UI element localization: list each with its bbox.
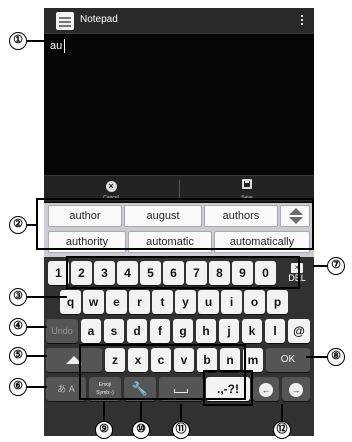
save-icon — [242, 179, 252, 189]
cancel-icon: × — [105, 181, 117, 192]
qwerty-callout-frame — [66, 256, 300, 289]
app-title: Notepad — [80, 14, 118, 25]
callout-line-3 — [27, 296, 67, 298]
callout-marker-7: ⑦ — [327, 257, 345, 275]
callout-marker-11: ⑪ — [172, 421, 190, 439]
callout-marker-4: ④ — [9, 318, 27, 336]
text-cursor — [64, 39, 65, 53]
cursor-right-key[interactable]: → — [282, 377, 310, 401]
key-e[interactable]: e — [106, 290, 127, 314]
callout-line-4 — [27, 326, 47, 328]
key-w[interactable]: w — [83, 290, 104, 314]
callout-marker-12: ⑫ — [273, 421, 291, 439]
title-bar: Notepad — [44, 8, 314, 34]
callout-marker-9: ⑨ — [95, 421, 113, 439]
key-o[interactable]: o — [244, 290, 265, 314]
notepad-icon — [56, 12, 74, 30]
undo-key[interactable]: Undo — [46, 319, 78, 343]
key-k[interactable]: k — [242, 319, 262, 343]
text-editor[interactable]: au — [44, 35, 314, 175]
callout-marker-1: ① — [9, 32, 27, 50]
callout-marker-8: ⑧ — [327, 348, 345, 366]
callout-line-6 — [27, 386, 47, 388]
editor-text: au — [50, 40, 63, 52]
key-s[interactable]: s — [104, 319, 124, 343]
key-d[interactable]: d — [127, 319, 147, 343]
key-at[interactable]: @ — [288, 319, 310, 343]
key-r[interactable]: r — [129, 290, 150, 314]
callout-line-12 — [281, 404, 283, 422]
key-h[interactable]: h — [196, 319, 216, 343]
callout-line-11 — [180, 404, 182, 422]
suggestion-callout-frame — [36, 198, 314, 250]
arrow-left-icon: ← — [259, 383, 273, 397]
key-t[interactable]: t — [152, 290, 173, 314]
key-a[interactable]: a — [81, 319, 101, 343]
callout-marker-10: ⑩ — [132, 421, 150, 439]
callout-line-2 — [27, 224, 37, 226]
ok-key[interactable]: OK — [266, 348, 310, 372]
key-i[interactable]: i — [221, 290, 242, 314]
callout-marker-6: ⑥ — [9, 378, 27, 396]
arrow-right-icon: → — [289, 383, 303, 397]
key-j[interactable]: j — [219, 319, 239, 343]
callout-marker-3: ③ — [9, 288, 27, 306]
overflow-menu-icon[interactable] — [300, 14, 304, 28]
key-u[interactable]: u — [198, 290, 219, 314]
cursor-left-key[interactable]: ← — [253, 377, 279, 401]
callout-marker-2: ② — [9, 216, 27, 234]
callout-marker-5: ⑤ — [9, 347, 27, 365]
key-p[interactable]: p — [267, 290, 288, 314]
key-m[interactable]: m — [243, 348, 263, 372]
key-f[interactable]: f — [150, 319, 170, 343]
callout-line-7 — [313, 265, 328, 267]
callout-line-9 — [103, 402, 105, 422]
key-y[interactable]: y — [175, 290, 196, 314]
key-q[interactable]: q — [60, 290, 81, 314]
callout-line-8 — [306, 356, 328, 358]
callout-line-1 — [27, 40, 46, 42]
callout-line-5 — [27, 355, 47, 357]
punctuation-callout-frame — [203, 370, 253, 406]
callout-line-10 — [140, 402, 142, 422]
key-l[interactable]: l — [265, 319, 285, 343]
key-g[interactable]: g — [173, 319, 193, 343]
